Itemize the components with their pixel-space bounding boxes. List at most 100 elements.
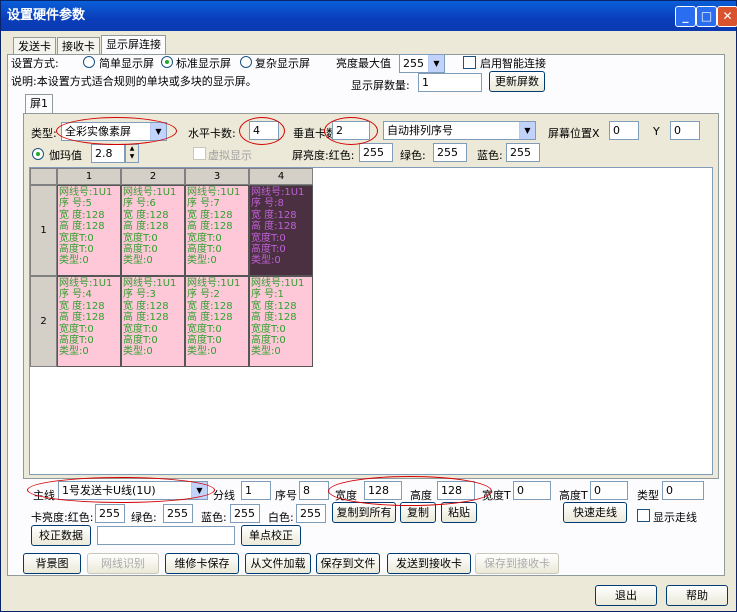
heightT-input[interactable]: 0 xyxy=(590,481,628,500)
cable-detect-button[interactable]: 网线识别 xyxy=(87,553,159,574)
card-green-input[interactable]: 255 xyxy=(163,504,193,523)
type-field-input[interactable]: 0 xyxy=(662,481,704,500)
background-image-button[interactable]: 背景图 xyxy=(23,553,81,574)
radio-standard[interactable] xyxy=(161,56,173,68)
correct-data-input[interactable] xyxy=(97,526,235,545)
pos-y-label: Y xyxy=(653,125,660,138)
cell-line: 高度T:0 xyxy=(251,335,286,347)
column-header[interactable]: 3 xyxy=(185,168,249,185)
point-correct-button[interactable]: 单点校正 xyxy=(241,525,301,546)
brightness-max-label: 亮度最大值 xyxy=(336,57,391,70)
row-header[interactable]: 1 xyxy=(30,185,57,276)
cell-line: 宽 度:128 xyxy=(251,300,297,312)
gamma-radio[interactable] xyxy=(32,148,44,160)
close-button[interactable]: ✕ xyxy=(717,6,737,27)
pos-x-input[interactable]: 0 xyxy=(609,121,639,140)
row-header[interactable]: 2 xyxy=(30,276,57,367)
height-input[interactable]: 128 xyxy=(437,481,475,500)
cell-line: 高度T:0 xyxy=(59,335,94,347)
copy-button[interactable]: 复制 xyxy=(400,502,436,523)
save-to-receiver-button[interactable]: 保存到接收卡 xyxy=(475,553,559,574)
auto-order-select[interactable]: 自动排列序号 ▼ xyxy=(383,121,536,140)
hcard-input[interactable]: 4 xyxy=(249,121,279,140)
tab-receive-card[interactable]: 接收卡 xyxy=(57,37,100,55)
cell-line: 序 号:3 xyxy=(123,289,156,301)
main-line-label: 主线 xyxy=(33,489,55,502)
help-button[interactable]: 帮助 xyxy=(666,585,728,606)
pos-y-input[interactable]: 0 xyxy=(670,121,700,140)
gamma-input[interactable]: 2.8 xyxy=(91,144,125,163)
bright-red-input[interactable]: 255 xyxy=(359,143,393,162)
seq-input[interactable]: 8 xyxy=(299,481,329,500)
gamma-spinner[interactable]: ▲ ▼ xyxy=(125,144,139,163)
chevron-down-icon: ▼ xyxy=(191,482,207,499)
vcard-input[interactable]: 2 xyxy=(332,121,370,140)
cell-line: 序 号:5 xyxy=(59,198,92,210)
maximize-button[interactable]: □ xyxy=(696,6,717,27)
grid-cell[interactable]: 网线号:1U1 序 号:5 宽 度:128 高 度:128 宽度T:0 高度T:0 类型:0 xyxy=(57,185,121,276)
cell-line: 序 号:4 xyxy=(59,289,92,301)
virtual-display-checkbox[interactable] xyxy=(193,147,206,160)
grid-cell[interactable]: 网线号:1U1 序 号:4 宽 度:128 高 度:128 宽度T:0 高度T:0 类型:0 xyxy=(57,276,121,367)
cell-line: 网线号:1U1 xyxy=(251,187,305,198)
title-bar: 设置硬件参数 xyxy=(1,1,736,31)
show-route-checkbox[interactable] xyxy=(637,509,650,522)
card-white-input[interactable]: 255 xyxy=(296,504,326,523)
cell-line: 网线号:1U1 xyxy=(187,278,241,289)
bright-green-input[interactable]: 255 xyxy=(433,143,467,162)
card-blue-input[interactable]: 255 xyxy=(230,504,260,523)
grid-cell[interactable]: 网线号:1U1 序 号:6 宽 度:128 高 度:128 宽度T:0 高度T:0 类型:0 xyxy=(121,185,185,276)
column-header[interactable]: 2 xyxy=(121,168,185,185)
cell-line: 宽 度:128 xyxy=(59,209,105,221)
cell-line: 网线号:1U1 xyxy=(123,278,177,289)
column-header[interactable]: 4 xyxy=(249,168,313,185)
card-red-input[interactable]: 255 xyxy=(95,504,125,523)
cell-line: 高度T:0 xyxy=(187,335,222,347)
chevron-down-icon: ▼ xyxy=(150,123,166,140)
tab-screen-1[interactable]: 屏1 xyxy=(25,94,53,114)
update-screens-button[interactable]: 更新屏数 xyxy=(489,71,545,92)
bright-red-label: 屏亮度:红色: xyxy=(292,149,355,162)
widthT-input[interactable]: 0 xyxy=(513,481,551,500)
cell-line: 序 号:8 xyxy=(251,198,284,210)
main-line-select[interactable]: 1号发送卡U线(1U) ▼ xyxy=(58,481,208,500)
grid-cell[interactable]: 网线号:1U1 序 号:1 宽 度:128 高 度:128 宽度T:0 高度T:0 类型:0 xyxy=(249,276,313,367)
grid-cell[interactable]: 网线号:1U1 序 号:8 宽 度:128 高 度:128 宽度T:0 高度T:0 类型:0 xyxy=(249,185,313,276)
minimize-button[interactable]: _ xyxy=(675,6,696,27)
widthT-label: 宽度T xyxy=(482,489,511,502)
cell-line: 高 度:128 xyxy=(123,221,169,233)
cell-line: 宽 度:128 xyxy=(187,209,233,221)
branch-input[interactable]: 1 xyxy=(241,481,271,500)
send-to-receiver-button[interactable]: 发送到接收卡 xyxy=(387,553,471,574)
screen-type-select[interactable]: 全彩实像素屏 ▼ xyxy=(61,122,167,141)
smart-connect-checkbox[interactable] xyxy=(463,56,476,69)
tab-display-connect[interactable]: 显示屏连接 xyxy=(101,35,166,55)
cell-line: 类型:0 xyxy=(123,346,153,358)
paste-button[interactable]: 粘贴 xyxy=(441,502,477,523)
grid-cell[interactable]: 网线号:1U1 序 号:3 宽 度:128 高 度:128 宽度T:0 高度T:0 类型:0 xyxy=(121,276,185,367)
brightness-max-select[interactable]: 255 ▼ xyxy=(399,54,445,73)
radio-simple-label: 简单显示屏 xyxy=(99,57,154,70)
radio-simple[interactable] xyxy=(83,56,95,68)
copy-all-button[interactable]: 复制到所有 xyxy=(332,502,396,523)
repair-card-save-button[interactable]: 维修卡保存 xyxy=(165,553,239,574)
bright-blue-input[interactable]: 255 xyxy=(506,143,540,162)
auto-order-value: 自动排列序号 xyxy=(387,124,453,137)
screen-count-input[interactable]: 1 xyxy=(418,73,482,92)
radio-complex-label: 复杂显示屏 xyxy=(255,57,310,70)
exit-button[interactable]: 退出 xyxy=(595,585,657,606)
radio-complex[interactable] xyxy=(240,56,252,68)
cell-line: 高度T:0 xyxy=(251,244,286,256)
load-from-file-button[interactable]: 从文件加载 xyxy=(245,553,311,574)
chevron-down-icon: ▼ xyxy=(428,55,444,72)
tab-send-card[interactable]: 发送卡 xyxy=(13,37,56,55)
grid-cell[interactable]: 网线号:1U1 序 号:2 宽 度:128 高 度:128 宽度T:0 高度T:0 类型:0 xyxy=(185,276,249,367)
grid-cell[interactable]: 网线号:1U1 序 号:7 宽 度:128 高 度:128 宽度T:0 高度T:0 类型:0 xyxy=(185,185,249,276)
column-header[interactable]: 1 xyxy=(57,168,121,185)
save-to-file-button[interactable]: 保存到文件 xyxy=(316,553,380,574)
width-input[interactable]: 128 xyxy=(364,481,402,500)
cell-line: 宽度T:0 xyxy=(251,323,286,335)
correct-data-button[interactable]: 校正数据 xyxy=(31,525,91,546)
fast-route-button[interactable]: 快速走线 xyxy=(563,502,627,523)
description-text: 说明:本设置方式适合规则的单块或多块的显示屏。 xyxy=(11,75,257,88)
